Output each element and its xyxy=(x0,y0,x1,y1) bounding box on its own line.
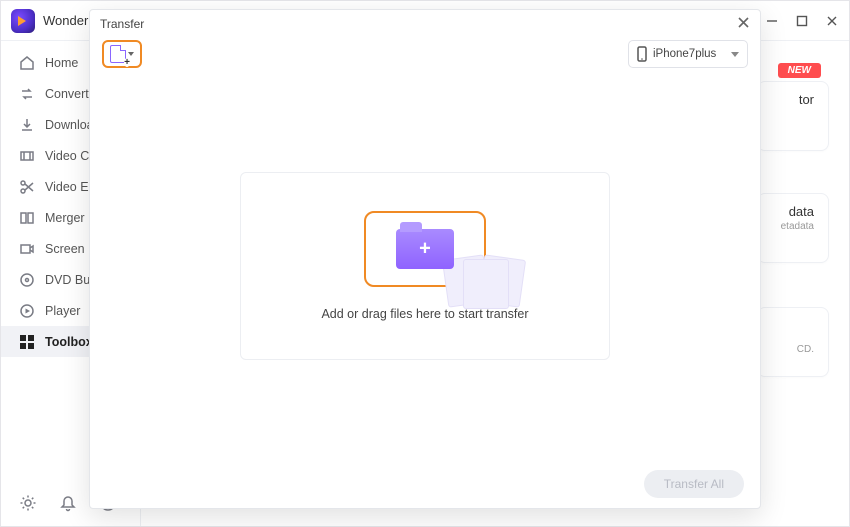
tool-card-partial-1[interactable]: tor xyxy=(757,81,829,151)
modal-body: + Add or drag files here to start transf… xyxy=(90,72,760,460)
window-minimize-button[interactable] xyxy=(765,14,779,28)
phone-icon xyxy=(637,46,647,62)
download-icon xyxy=(19,117,35,133)
modal-toolbar: iPhone7plus xyxy=(90,38,760,72)
sidebar-item-label: Merger xyxy=(45,211,85,225)
window-close-button[interactable] xyxy=(825,14,839,28)
sidebar-item-label: Home xyxy=(45,56,78,70)
settings-icon[interactable] xyxy=(19,494,37,512)
document-plus-icon xyxy=(110,45,126,63)
device-select[interactable]: iPhone7plus xyxy=(628,40,748,68)
modal-title-text: Transfer xyxy=(100,17,144,31)
tool-card-partial-2[interactable]: data etadata xyxy=(757,193,829,263)
transfer-modal: Transfer iPhone7plus xyxy=(89,9,761,509)
sidebar-item-label: Player xyxy=(45,304,80,318)
notifications-icon[interactable] xyxy=(59,494,77,512)
chevron-down-icon xyxy=(128,52,134,56)
new-badge: NEW xyxy=(778,63,821,78)
modal-titlebar: Transfer xyxy=(90,10,760,38)
home-icon xyxy=(19,55,35,71)
chevron-down-icon xyxy=(731,52,739,57)
app-name: Wonder xyxy=(43,13,88,28)
modal-close-button[interactable] xyxy=(737,16,750,32)
main-window: Wonder Home Converter D xyxy=(0,0,850,527)
window-maximize-button[interactable] xyxy=(795,14,809,28)
add-files-dropzone-button[interactable]: + xyxy=(364,211,486,287)
tool-card-partial-3[interactable]: CD. xyxy=(757,307,829,377)
window-controls xyxy=(765,14,839,28)
card-text: tor xyxy=(772,92,814,107)
dropzone[interactable]: + Add or drag files here to start transf… xyxy=(240,172,610,360)
card-subtext: CD. xyxy=(772,344,814,355)
toolbox-icon xyxy=(19,334,35,350)
dropzone-text: Add or drag files here to start transfer xyxy=(321,307,528,321)
add-file-button[interactable] xyxy=(102,40,142,68)
sidebar-item-label: Toolbox xyxy=(45,335,93,349)
folder-plus-icon: + xyxy=(396,229,454,269)
card-subtext: etadata xyxy=(772,221,814,232)
app-logo-icon xyxy=(11,9,35,33)
device-select-value: iPhone7plus xyxy=(653,48,716,60)
card-text: data xyxy=(772,204,814,219)
merge-icon xyxy=(19,210,35,226)
record-icon xyxy=(19,241,35,257)
compress-icon xyxy=(19,148,35,164)
play-icon xyxy=(19,303,35,319)
modal-footer: Transfer All xyxy=(90,460,760,508)
dvd-icon xyxy=(19,272,35,288)
transfer-all-button[interactable]: Transfer All xyxy=(644,470,744,498)
scissors-icon xyxy=(19,179,35,195)
converter-icon xyxy=(19,86,35,102)
